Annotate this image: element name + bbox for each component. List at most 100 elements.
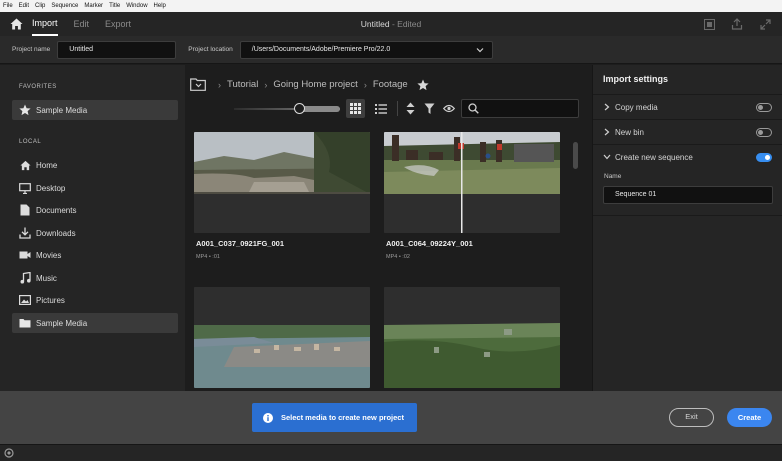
sidebar-item-home[interactable]: Home	[12, 155, 178, 175]
media-thumbnail[interactable]	[194, 287, 370, 388]
slider-fill	[300, 106, 340, 112]
project-bar: Project name Untitled Project location /…	[0, 36, 782, 64]
breadcrumb-item-tutorial[interactable]: Tutorial	[227, 79, 258, 90]
sidebar-item-label: Downloads	[36, 228, 76, 238]
media-browser: › Tutorial › Going Home project › Footag…	[185, 65, 591, 391]
media-meta: MP4 • :02	[386, 254, 410, 260]
quick-export-icon[interactable]	[702, 17, 716, 31]
setting-label: Copy media	[615, 102, 658, 112]
sidebar-item-documents[interactable]: Documents	[12, 200, 178, 220]
breadcrumb-item-footage[interactable]: Footage	[373, 79, 408, 90]
sidebar-item-desktop[interactable]: Desktop	[12, 178, 178, 198]
setting-new-bin[interactable]: New bin	[593, 119, 782, 144]
sidebar-item-label: Sample Media	[36, 318, 88, 328]
sidebar-item-label: Home	[36, 160, 58, 170]
premiere-import-window: File Edit Clip Sequence Marker Title Win…	[0, 0, 782, 461]
project-location-select[interactable]: /Users/Documents/Adobe/Premiere Pro/22.0	[239, 40, 493, 59]
media-card[interactable]	[194, 287, 370, 388]
media-name: A001_C037_0921FG_001	[196, 239, 284, 248]
sidebar-item-pictures[interactable]: Pictures	[12, 290, 178, 310]
sidebar-item-label: Documents	[36, 205, 77, 215]
sidebar-item-label: Movies	[36, 250, 62, 260]
sidebar-item-downloads[interactable]: Downloads	[12, 223, 178, 243]
sequence-name-input[interactable]: Sequence 01	[603, 186, 773, 204]
os-menu-bar: File Edit Clip Sequence Marker Title Win…	[0, 0, 782, 12]
doc-state: - Edited	[391, 19, 422, 29]
create-new-sequence-toggle[interactable]	[756, 153, 772, 162]
chevron-right-icon: ›	[218, 79, 221, 90]
sort-button[interactable]	[402, 100, 418, 117]
share-icon[interactable]	[730, 17, 744, 31]
breadcrumb: › Tutorial › Going Home project › Footag…	[190, 78, 429, 91]
import-settings-panel: Import settings Copy media New bin Creat…	[592, 65, 782, 391]
menu-file[interactable]: File	[3, 0, 13, 12]
home-button[interactable]	[0, 12, 32, 36]
favorite-star-icon[interactable]	[417, 79, 429, 91]
sidebar-item-movies[interactable]: Movies	[12, 245, 178, 265]
copy-media-toggle[interactable]	[756, 103, 772, 112]
setting-label: Create new sequence	[615, 152, 693, 162]
grid-icon	[350, 103, 361, 114]
fullscreen-icon[interactable]	[758, 17, 772, 31]
folder-icon	[19, 317, 31, 329]
menu-window[interactable]: Window	[126, 0, 147, 12]
media-thumbnail[interactable]	[194, 132, 370, 233]
folder-browse-icon[interactable]	[190, 78, 206, 91]
tab-export[interactable]: Export	[105, 12, 131, 36]
browser-scrollbar[interactable]	[573, 142, 578, 169]
movie-icon	[19, 249, 31, 261]
bottom-action-bar: Select media to create new project Exit …	[0, 391, 782, 444]
import-settings-title: Import settings	[603, 74, 669, 84]
media-card[interactable]: A001_C037_0921FG_001 MP4 • :01	[194, 132, 370, 260]
menu-edit[interactable]: Edit	[19, 0, 29, 12]
chevron-right-icon	[602, 128, 612, 136]
media-thumbnail[interactable]	[384, 132, 560, 233]
grid-view-button[interactable]	[346, 99, 365, 118]
chevron-down-icon	[602, 154, 612, 160]
chevron-down-icon	[476, 47, 484, 52]
document-icon	[19, 204, 31, 216]
tab-import[interactable]: Import	[32, 12, 58, 36]
home-icon	[10, 18, 22, 30]
breadcrumb-item-going-home[interactable]: Going Home project	[273, 79, 357, 90]
doc-name: Untitled	[360, 19, 390, 29]
menu-marker[interactable]: Marker	[84, 0, 103, 12]
search-icon	[468, 103, 479, 114]
tab-edit[interactable]: Edit	[74, 12, 90, 36]
status-icon[interactable]	[4, 448, 14, 458]
menu-sequence[interactable]: Sequence	[51, 0, 78, 12]
sidebar: FAVORITES Sample Media LOCAL Home Deskto…	[0, 65, 185, 391]
status-strip	[0, 444, 782, 461]
app-header: Import Edit Export Untitled - Edited	[0, 12, 782, 36]
setting-create-new-sequence[interactable]: Create new sequence	[593, 144, 782, 169]
menu-help[interactable]: Help	[154, 0, 166, 12]
list-view-button[interactable]	[371, 99, 390, 118]
music-icon	[19, 272, 31, 284]
menu-clip[interactable]: Clip	[35, 0, 45, 12]
new-bin-toggle[interactable]	[756, 128, 772, 137]
media-thumbnail[interactable]	[384, 287, 560, 388]
media-card[interactable]: A001_C064_09224Y_001 MP4 • :02	[384, 132, 560, 260]
media-card[interactable]	[384, 287, 560, 388]
sidebar-item-sample-media[interactable]: Sample Media	[12, 313, 178, 333]
chevron-right-icon	[602, 103, 612, 111]
search-input[interactable]	[461, 99, 579, 118]
picture-icon	[19, 294, 31, 306]
exit-button[interactable]: Exit	[669, 408, 714, 427]
thumbnail-size-slider[interactable]	[294, 103, 305, 114]
sidebar-item-music[interactable]: Music	[12, 268, 178, 288]
sidebar-item-label: Desktop	[36, 183, 66, 193]
info-icon	[263, 412, 273, 423]
setting-copy-media[interactable]: Copy media	[593, 94, 782, 119]
desktop-icon	[19, 182, 31, 194]
menu-title[interactable]: Title	[109, 0, 120, 12]
project-name-input[interactable]: Untitled	[57, 40, 177, 59]
sidebar-item-favorite-sample-media[interactable]: Sample Media	[12, 100, 178, 120]
filter-button[interactable]	[421, 100, 437, 117]
info-toast: Select media to create new project	[252, 403, 417, 432]
local-heading: LOCAL	[19, 139, 42, 145]
toast-message: Select media to create new project	[281, 413, 404, 422]
preview-toggle-button[interactable]	[441, 100, 457, 117]
create-button[interactable]: Create	[727, 408, 772, 427]
filter-icon	[424, 103, 434, 114]
